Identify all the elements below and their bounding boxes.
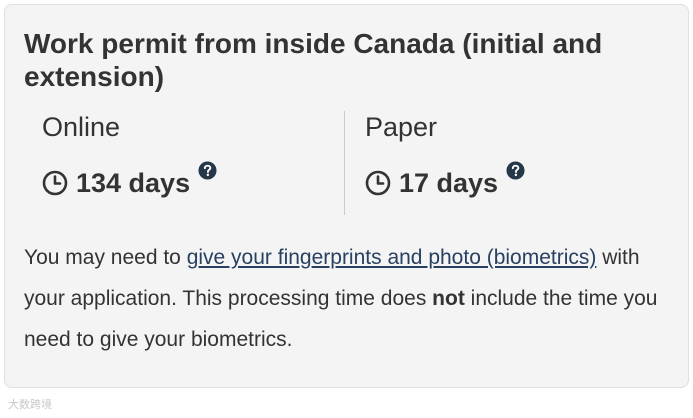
paper-column: Paper 17 days	[365, 111, 665, 215]
processing-columns: Online 134 days Paper 17 days	[24, 111, 669, 215]
card-title: Work permit from inside Canada (initial …	[24, 28, 603, 92]
clock-icon	[365, 170, 391, 196]
watermark: 大数跨境	[8, 398, 52, 411]
online-label: Online	[42, 112, 121, 142]
biometrics-link[interactable]: give your fingerprints and photo (biomet…	[187, 246, 597, 269]
paper-time-row: 17 days	[365, 161, 665, 203]
note-text-start: You may need to	[24, 246, 187, 269]
processing-time-card: Work permit from inside Canada (initial …	[4, 4, 689, 388]
clock-icon	[42, 170, 68, 196]
online-processing-time: 134 days	[76, 168, 191, 198]
column-divider	[344, 111, 345, 215]
question-circle-icon[interactable]	[506, 161, 525, 180]
note-bold-not: not	[432, 287, 465, 310]
paper-processing-time: 17 days	[399, 168, 499, 198]
biometrics-note: You may need to give your fingerprints a…	[24, 237, 674, 360]
online-time-row: 134 days	[42, 161, 322, 203]
question-circle-icon[interactable]	[198, 161, 217, 180]
paper-label: Paper	[365, 112, 438, 142]
online-column: Online 134 days	[42, 111, 322, 215]
